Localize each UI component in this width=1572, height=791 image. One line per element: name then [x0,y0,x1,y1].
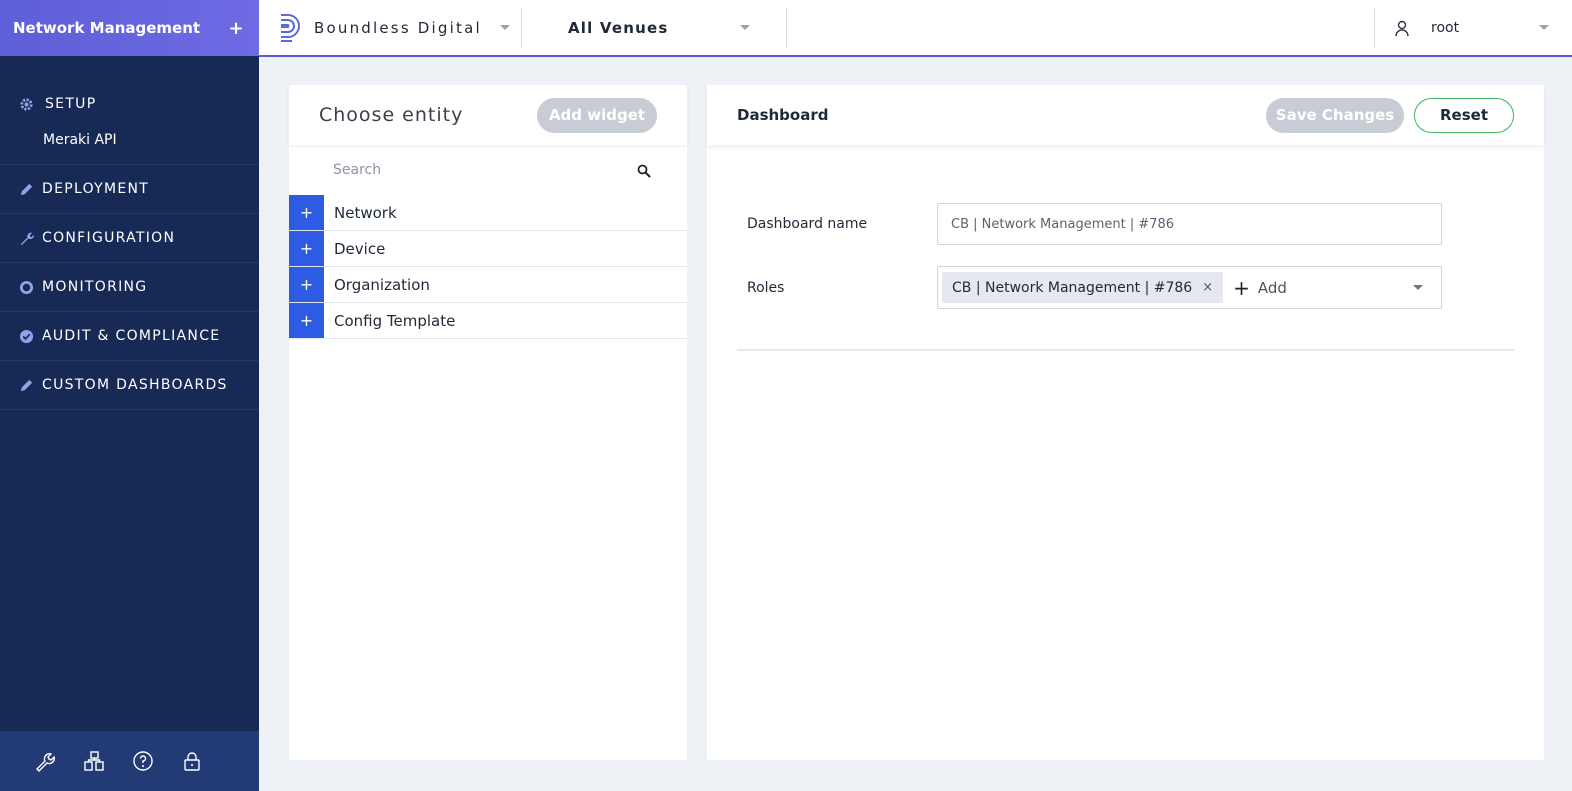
sidebar-item-deployment[interactable]: DEPLOYMENT [0,165,259,213]
add-entity-button[interactable]: + [289,231,324,266]
add-button[interactable]: + [226,18,246,39]
entity-label: Device [334,239,386,258]
dashboard-name-row: Dashboard name CB | Network Management |… [747,203,1442,245]
roles-label: Roles [747,279,785,296]
entity-row-organization[interactable]: + Organization [289,267,687,303]
dashboard-name-label: Dashboard name [747,216,868,232]
user-menu[interactable]: root [1374,7,1572,48]
entity-panel: Choose entity Add widget + Network + Dev… [289,85,687,760]
org-name: Boundless Digital [314,18,482,37]
venue-name: All Venues [568,18,669,37]
pencil-icon [18,377,34,393]
roles-select[interactable]: CB | Network Management | #786 × + Add [937,266,1442,309]
nav-section-audit: AUDIT & COMPLIANCE [0,312,259,361]
chevron-down-icon [1539,25,1549,30]
monitoring-icon [18,279,34,295]
chevron-down-icon [740,25,750,30]
divider [737,349,1514,351]
dashboard-title: Dashboard [737,106,829,124]
help-icon[interactable] [132,750,154,772]
dashboard-form: Dashboard name CB | Network Management |… [707,145,1544,309]
search-input[interactable] [333,162,637,178]
sidebar-item-meraki-api[interactable]: Meraki API [0,120,259,160]
dashboard-name-field[interactable]: CB | Network Management | #786 [937,203,1442,245]
wrench-icon [18,230,34,246]
add-entity-button[interactable]: + [289,303,324,338]
entity-panel-title: Choose entity [319,104,464,126]
sidebar-item-label: SETUP [45,96,97,112]
entity-row-config-template[interactable]: + Config Template [289,303,687,339]
role-chip: CB | Network Management | #786 × [942,272,1224,303]
top-bar: Boundless Digital All Venues root [259,0,1572,57]
entity-label: Network [334,203,397,222]
nav-section-setup: SETUP Meraki API [0,80,259,165]
boundless-logo-icon [278,13,302,43]
sidebar-item-monitoring[interactable]: MONITORING [0,263,259,311]
pencil-icon [18,181,34,197]
save-changes-button[interactable]: Save Changes [1266,97,1404,133]
venue-selector[interactable]: All Venues [522,7,787,48]
dashboard-panel: Dashboard Save Changes Reset Dashboard n… [707,85,1544,760]
sidebar-item-configuration[interactable]: CONFIGURATION [0,214,259,262]
entity-label: Organization [334,275,430,294]
sidebar-item-label: CONFIGURATION [42,230,176,246]
entity-label: Config Template [334,311,456,330]
add-entity-button[interactable]: + [289,267,324,302]
entity-search [289,145,687,195]
entity-panel-header: Choose entity Add widget [289,85,687,145]
nav-section-custom-dashboards: CUSTOM DASHBOARDS [0,361,259,410]
plus-icon: + [1233,275,1250,300]
sidebar: Network Management + SETUP Meraki API DE… [0,0,259,791]
wrench-icon[interactable] [34,750,56,772]
chevron-down-icon[interactable] [1413,285,1423,290]
dashboard-panel-header: Dashboard Save Changes Reset [707,85,1544,145]
sidebar-item-audit-compliance[interactable]: AUDIT & COMPLIANCE [0,312,259,360]
app-title: Network Management [13,19,201,37]
sidebar-nav: SETUP Meraki API DEPLOYMENT CONFIGURATIO… [0,56,259,410]
sidebar-item-custom-dashboards[interactable]: CUSTOM DASHBOARDS [0,361,259,409]
sidebar-item-label: DEPLOYMENT [42,181,150,197]
entity-row-device[interactable]: + Device [289,231,687,267]
remove-role-icon[interactable]: × [1202,280,1213,295]
add-role-input[interactable]: + Add [1233,276,1395,300]
roles-row: Roles CB | Network Management | #786 × +… [747,266,1442,309]
nav-section-configuration: CONFIGURATION [0,214,259,263]
sidebar-footer [0,731,259,791]
user-icon [1393,19,1411,37]
org-chart-icon[interactable] [83,750,105,772]
nav-section-monitoring: MONITORING [0,263,259,312]
gear-icon [18,96,34,112]
lock-icon[interactable] [181,750,203,772]
add-role-label: Add [1257,278,1287,297]
sidebar-header: Network Management + [0,0,259,56]
search-icon[interactable] [637,163,651,178]
sidebar-item-label: AUDIT & COMPLIANCE [42,328,221,344]
reset-button[interactable]: Reset [1414,97,1514,133]
role-chip-label: CB | Network Management | #786 [952,279,1193,296]
chevron-down-icon [499,25,510,30]
check-circle-icon [18,328,34,344]
entity-row-network[interactable]: + Network [289,195,687,231]
add-widget-button[interactable]: Add widget [537,97,657,133]
org-selector[interactable]: Boundless Digital [259,7,522,48]
sidebar-item-label: CUSTOM DASHBOARDS [42,377,228,393]
user-name: root [1431,19,1460,36]
nav-section-deployment: DEPLOYMENT [0,165,259,214]
add-entity-button[interactable]: + [289,195,324,230]
sidebar-item-label: MONITORING [42,279,148,295]
